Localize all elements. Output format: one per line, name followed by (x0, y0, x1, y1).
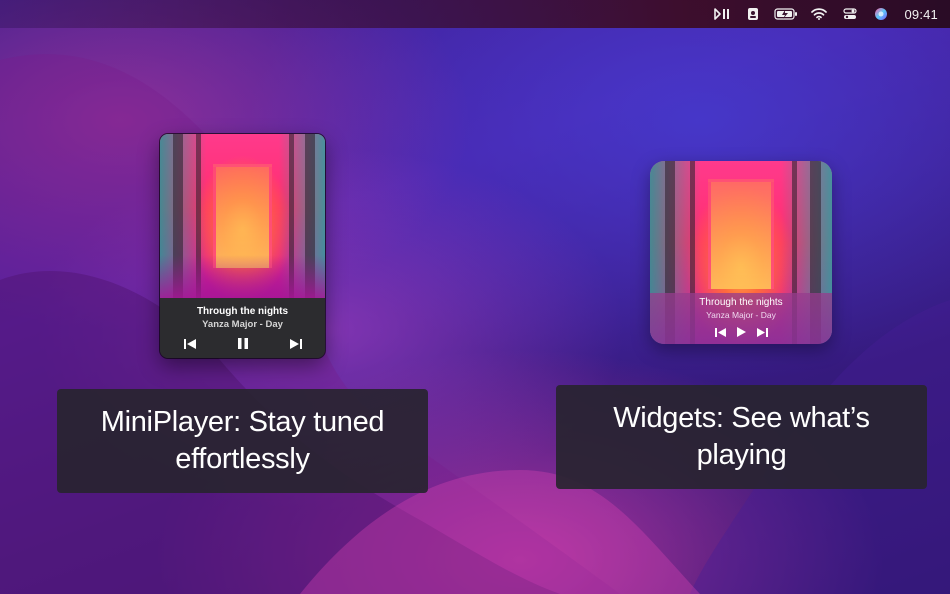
widget-track-artist: Yanza Major - Day (706, 310, 776, 320)
contact-card-icon[interactable] (742, 4, 764, 24)
pause-icon[interactable] (210, 338, 276, 349)
album-artwork (160, 134, 325, 298)
control-center-icon[interactable] (839, 4, 861, 24)
widgets-caption-text: Widgets: See what’s playing (613, 402, 870, 471)
widgets-caption: Widgets: See what’s playing (556, 385, 927, 489)
mini-player-window[interactable]: Through the nights Yanza Major - Day (160, 134, 325, 358)
battery-charging-icon[interactable] (773, 4, 799, 24)
playback-controls (160, 338, 325, 349)
now-playing-widget[interactable]: Through the nights Yanza Major - Day (650, 161, 832, 344)
widget-playback-controls (650, 327, 832, 337)
play-pause-icon[interactable] (711, 4, 733, 24)
track-title: Through the nights (196, 306, 289, 317)
track-artist: Yanza Major - Day (202, 319, 283, 330)
mini-player-info: Through the nights Yanza Major - Day (160, 298, 325, 358)
play-icon[interactable] (731, 327, 751, 337)
miniplayer-caption-text: MiniPlayer: Stay tuned effortlessly (100, 406, 385, 475)
menu-bar-clock[interactable]: 09:41 (904, 7, 938, 22)
previous-track-icon[interactable] (709, 327, 731, 337)
next-track-icon[interactable] (276, 338, 316, 349)
widget-info: Through the nights Yanza Major - Day (650, 293, 832, 344)
previous-track-icon[interactable] (170, 338, 210, 349)
siri-icon[interactable] (870, 4, 892, 24)
widget-track-title: Through the nights (699, 297, 783, 308)
menu-bar: 09:41 (0, 0, 950, 28)
miniplayer-caption: MiniPlayer: Stay tuned effortlessly (57, 389, 428, 493)
wifi-icon[interactable] (808, 4, 830, 24)
next-track-icon[interactable] (751, 327, 773, 337)
